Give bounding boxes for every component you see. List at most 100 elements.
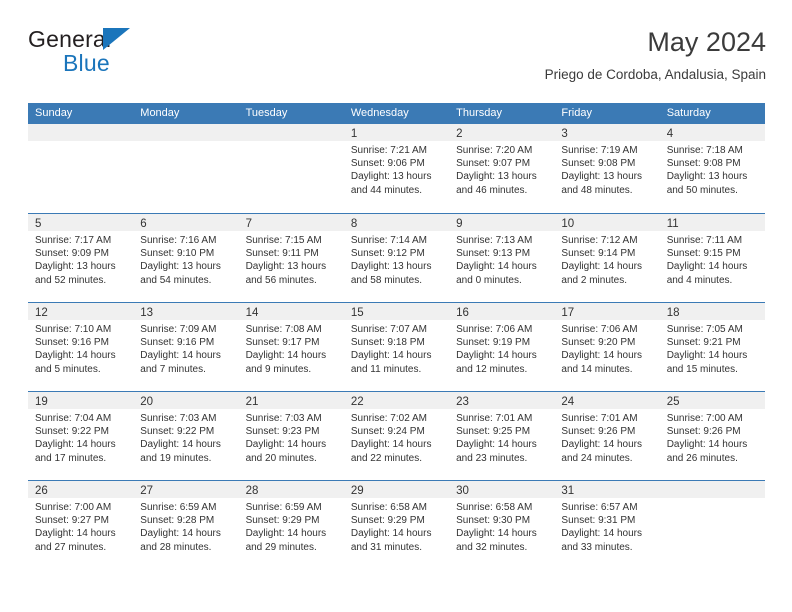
- day-cell[interactable]: 7 Sunrise: 7:15 AM Sunset: 9:11 PM Dayli…: [238, 214, 344, 302]
- day-cell[interactable]: 28 Sunrise: 6:59 AM Sunset: 9:29 PM Dayl…: [238, 481, 344, 569]
- day-cell[interactable]: 8 Sunrise: 7:14 AM Sunset: 9:12 PM Dayli…: [343, 214, 450, 302]
- day-details: Sunrise: 7:07 AM Sunset: 9:18 PM Dayligh…: [344, 320, 449, 376]
- sunrise-text: Sunrise: 6:59 AM: [245, 502, 322, 513]
- day-cell[interactable]: [659, 481, 765, 569]
- day-number: 28: [245, 485, 259, 497]
- daylight-text-line1: Daylight: 14 hours: [456, 528, 537, 540]
- day-number-band: 16: [449, 303, 555, 320]
- day-cell[interactable]: 16 Sunrise: 7:06 AM Sunset: 9:19 PM Dayl…: [449, 303, 555, 391]
- daylight-text-line2: and 29 minutes.: [245, 541, 317, 553]
- sunset-text: Sunset: 9:08 PM: [561, 158, 636, 170]
- week-row: 12 Sunrise: 7:10 AM Sunset: 9:16 PM Dayl…: [28, 302, 765, 391]
- daylight-text-line1: Daylight: 14 hours: [456, 261, 537, 273]
- day-details: Sunrise: 6:59 AM Sunset: 9:28 PM Dayligh…: [133, 498, 238, 554]
- daylight-text-line2: and 48 minutes.: [561, 184, 633, 196]
- day-cell[interactable]: 3 Sunrise: 7:19 AM Sunset: 9:08 PM Dayli…: [554, 124, 660, 213]
- day-details: Sunrise: 7:03 AM Sunset: 9:22 PM Dayligh…: [133, 409, 238, 465]
- sunrise-text: Sunrise: 7:02 AM: [350, 413, 427, 424]
- day-cell[interactable]: 1 Sunrise: 7:21 AM Sunset: 9:06 PM Dayli…: [343, 124, 450, 213]
- day-cell[interactable]: 20 Sunrise: 7:03 AM Sunset: 9:22 PM Dayl…: [133, 392, 239, 480]
- day-details: Sunrise: 7:01 AM Sunset: 9:26 PM Dayligh…: [554, 409, 659, 465]
- sunrise-text: Sunrise: 7:17 AM: [35, 235, 112, 246]
- day-cell[interactable]: 23 Sunrise: 7:01 AM Sunset: 9:25 PM Dayl…: [449, 392, 555, 480]
- day-cell[interactable]: 9 Sunrise: 7:13 AM Sunset: 9:13 PM Dayli…: [449, 214, 555, 302]
- day-cell[interactable]: [238, 124, 344, 213]
- day-number: 19: [35, 396, 48, 408]
- day-details: Sunrise: 7:12 AM Sunset: 9:14 PM Dayligh…: [554, 231, 659, 287]
- daylight-text-line1: Daylight: 14 hours: [350, 528, 432, 540]
- day-cell[interactable]: 12 Sunrise: 7:10 AM Sunset: 9:16 PM Dayl…: [28, 303, 134, 391]
- day-number: 4: [666, 128, 674, 140]
- day-details: Sunrise: 7:11 AM Sunset: 9:15 PM Dayligh…: [660, 231, 765, 287]
- day-cell[interactable]: 19 Sunrise: 7:04 AM Sunset: 9:22 PM Dayl…: [28, 392, 134, 480]
- day-cell[interactable]: 15 Sunrise: 7:07 AM Sunset: 9:18 PM Dayl…: [343, 303, 450, 391]
- day-cell[interactable]: 30 Sunrise: 6:58 AM Sunset: 9:30 PM Dayl…: [449, 481, 555, 569]
- sunset-text: Sunset: 9:14 PM: [561, 248, 636, 260]
- day-number-band: 22: [343, 392, 450, 409]
- day-cell[interactable]: 29 Sunrise: 6:58 AM Sunset: 9:29 PM Dayl…: [343, 481, 450, 569]
- day-cell[interactable]: 21 Sunrise: 7:03 AM Sunset: 9:23 PM Dayl…: [238, 392, 344, 480]
- sunset-text: Sunset: 9:09 PM: [35, 248, 109, 260]
- daylight-text-line2: and 54 minutes.: [140, 274, 212, 286]
- day-cell[interactable]: 11 Sunrise: 7:11 AM Sunset: 9:15 PM Dayl…: [659, 214, 765, 302]
- day-cell[interactable]: 2 Sunrise: 7:20 AM Sunset: 9:07 PM Dayli…: [449, 124, 555, 213]
- weekday-sunday: Sunday: [35, 107, 73, 119]
- day-cell[interactable]: 10 Sunrise: 7:12 AM Sunset: 9:14 PM Dayl…: [554, 214, 660, 302]
- sunset-text: Sunset: 9:19 PM: [456, 337, 531, 349]
- day-number: 6: [140, 218, 147, 230]
- day-number-band: 14: [238, 303, 344, 320]
- day-cell[interactable]: 17 Sunrise: 7:06 AM Sunset: 9:20 PM Dayl…: [554, 303, 660, 391]
- day-number: 15: [350, 307, 364, 319]
- day-cell[interactable]: 22 Sunrise: 7:02 AM Sunset: 9:24 PM Dayl…: [343, 392, 450, 480]
- day-number: 1: [350, 128, 358, 140]
- day-cell[interactable]: 27 Sunrise: 6:59 AM Sunset: 9:28 PM Dayl…: [133, 481, 239, 569]
- day-number: 10: [561, 218, 575, 230]
- day-number-band: 8: [343, 214, 450, 231]
- daylight-text-line1: Daylight: 14 hours: [245, 439, 327, 451]
- daylight-text-line2: and 0 minutes.: [456, 274, 522, 286]
- day-number: 30: [456, 485, 469, 497]
- day-cell[interactable]: 13 Sunrise: 7:09 AM Sunset: 9:16 PM Dayl…: [133, 303, 239, 391]
- day-number-band: 4: [659, 124, 765, 141]
- daylight-text-line2: and 17 minutes.: [35, 452, 107, 464]
- day-cell[interactable]: 6 Sunrise: 7:16 AM Sunset: 9:10 PM Dayli…: [133, 214, 239, 302]
- generalblue-logo[interactable]: General Blue: [28, 26, 208, 86]
- day-details: Sunrise: 7:19 AM Sunset: 9:08 PM Dayligh…: [554, 141, 659, 197]
- day-details: Sunrise: 7:09 AM Sunset: 9:16 PM Dayligh…: [133, 320, 238, 376]
- day-number: 8: [350, 218, 358, 230]
- day-number-band: 28: [238, 481, 344, 498]
- day-cell[interactable]: 18 Sunrise: 7:05 AM Sunset: 9:21 PM Dayl…: [659, 303, 765, 391]
- day-cell[interactable]: 25 Sunrise: 7:00 AM Sunset: 9:26 PM Dayl…: [659, 392, 765, 480]
- page-title: May 2024: [647, 27, 766, 57]
- sunrise-text: Sunrise: 7:04 AM: [35, 413, 112, 424]
- day-cell[interactable]: 4 Sunrise: 7:18 AM Sunset: 9:08 PM Dayli…: [659, 124, 765, 213]
- sunset-text: Sunset: 9:26 PM: [666, 426, 741, 438]
- day-cell[interactable]: 14 Sunrise: 7:08 AM Sunset: 9:17 PM Dayl…: [238, 303, 344, 391]
- sunset-text: Sunset: 9:23 PM: [245, 426, 320, 438]
- week-row: 5 Sunrise: 7:17 AM Sunset: 9:09 PM Dayli…: [28, 213, 765, 302]
- day-cell[interactable]: [28, 124, 134, 213]
- weekday-thursday: Thursday: [456, 107, 502, 119]
- day-number-band: 3: [554, 124, 660, 141]
- daylight-text-line1: Daylight: 13 hours: [350, 261, 432, 273]
- day-cell[interactable]: 26 Sunrise: 7:00 AM Sunset: 9:27 PM Dayl…: [28, 481, 134, 569]
- day-number: 25: [666, 396, 680, 408]
- day-cell[interactable]: 31 Sunrise: 6:57 AM Sunset: 9:31 PM Dayl…: [554, 481, 660, 569]
- daylight-text-line2: and 56 minutes.: [245, 274, 317, 286]
- daylight-text-line2: and 58 minutes.: [350, 274, 423, 286]
- logo-text-blue: Blue: [63, 50, 110, 76]
- sunrise-text: Sunrise: 7:07 AM: [350, 324, 427, 335]
- day-details: Sunrise: 7:10 AM Sunset: 9:16 PM Dayligh…: [28, 320, 133, 376]
- daylight-text-line1: Daylight: 14 hours: [456, 350, 537, 362]
- weekday-saturday: Saturday: [666, 107, 711, 119]
- day-number: 27: [140, 485, 154, 497]
- day-cell[interactable]: 24 Sunrise: 7:01 AM Sunset: 9:26 PM Dayl…: [554, 392, 660, 480]
- day-number: 14: [245, 307, 259, 319]
- week-row: 26 Sunrise: 7:00 AM Sunset: 9:27 PM Dayl…: [28, 480, 765, 569]
- daylight-text-line1: Daylight: 13 hours: [561, 171, 643, 183]
- sunrise-text: Sunrise: 7:01 AM: [561, 413, 638, 424]
- day-cell[interactable]: 5 Sunrise: 7:17 AM Sunset: 9:09 PM Dayli…: [28, 214, 134, 302]
- day-number-band: 29: [343, 481, 450, 498]
- daylight-text-line2: and 46 minutes.: [456, 184, 528, 196]
- day-cell[interactable]: [133, 124, 239, 213]
